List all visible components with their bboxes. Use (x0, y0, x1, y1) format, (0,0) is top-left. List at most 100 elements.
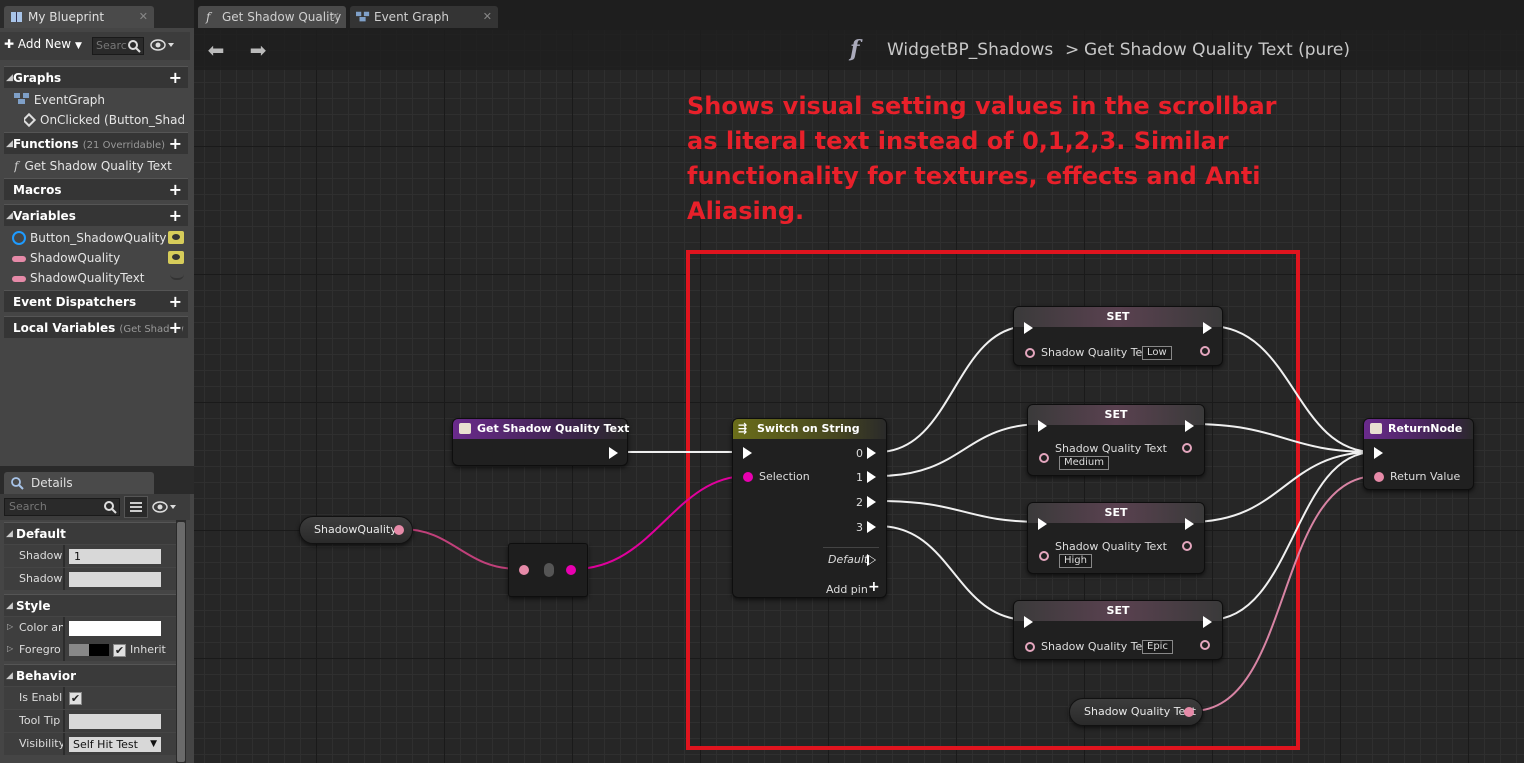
add-macro-button[interactable]: + (169, 179, 182, 201)
exec-output-pin[interactable] (609, 447, 618, 459)
text-output-pin[interactable] (1200, 640, 1210, 650)
set-node-medium[interactable]: SET Shadow Quality Text Medium (1027, 404, 1205, 476)
add-variable-button[interactable]: + (169, 205, 182, 227)
details-section-default[interactable]: ◢ Default (4, 522, 184, 544)
add-event-dispatcher-button[interactable]: + (169, 291, 182, 313)
switch-on-string-node[interactable]: ⇶ Switch on String Selection 0 1 2 3 Def… (732, 418, 887, 598)
set-node-epic[interactable]: SET Shadow Quality Text Epic (1013, 600, 1223, 660)
case-0-exec-pin[interactable] (867, 447, 876, 459)
expand-arrow-icon[interactable]: ▷ (7, 622, 13, 631)
text-value-field[interactable]: High (1059, 554, 1092, 568)
case-2-exec-pin[interactable] (867, 496, 876, 508)
function-entry-node[interactable]: Get Shadow Quality Text (452, 418, 629, 466)
property-matrix-button[interactable] (124, 496, 148, 518)
tab-my-blueprint[interactable]: My Blueprint ✕ (4, 6, 154, 28)
text-input-pin[interactable] (1039, 453, 1049, 463)
search-input[interactable]: Searc (92, 37, 144, 55)
add-function-button[interactable]: + (169, 133, 182, 155)
tab-get-shadow-quality[interactable]: f Get Shadow Quality ✕ (198, 6, 346, 28)
text-output-pin[interactable] (1182, 443, 1192, 453)
conversion-node[interactable] (508, 543, 588, 597)
text-input-pin[interactable] (1039, 551, 1049, 561)
graph-item-eventgraph[interactable]: EventGraph (14, 90, 184, 110)
visibility-eye-icon[interactable] (168, 231, 184, 244)
graph-item-onclicked[interactable]: OnClicked (Button_Shad (24, 110, 184, 130)
section-event-dispatchers-label: Event Dispatchers (13, 295, 137, 309)
default-exec-pin[interactable] (867, 554, 876, 566)
add-graph-button[interactable]: + (169, 67, 182, 89)
variable-item-shadowquality[interactable]: ShadowQuality (12, 248, 188, 268)
exec-output-pin[interactable] (1203, 322, 1212, 334)
close-icon[interactable]: ✕ (139, 6, 148, 28)
section-variables[interactable]: ◢ Variables + (4, 204, 188, 226)
return-node[interactable]: ReturnNode Return Value (1363, 418, 1474, 490)
tooltip-field[interactable] (69, 714, 161, 729)
exec-output-pin[interactable] (1185, 518, 1194, 530)
add-pin-plus-icon[interactable]: + (868, 579, 880, 595)
shadow-quality-field[interactable]: 1 (69, 549, 161, 564)
close-icon[interactable]: ✕ (331, 6, 340, 28)
expand-arrow-icon[interactable]: ▷ (7, 644, 13, 653)
details-scrollbar[interactable] (176, 520, 186, 763)
visibility-dropdown[interactable]: Self Hit Test ▼ (69, 737, 161, 752)
input-pin[interactable] (519, 565, 529, 575)
exec-input-pin[interactable] (1024, 322, 1033, 334)
exec-input-pin[interactable] (1024, 616, 1033, 628)
variable-item-label: ShadowQualityText (30, 271, 145, 285)
exec-input-pin[interactable] (1038, 518, 1047, 530)
case-3-exec-pin[interactable] (867, 521, 876, 533)
view-options-button[interactable] (150, 38, 176, 54)
search-icon (128, 40, 141, 53)
text-value-field[interactable]: Epic (1142, 640, 1173, 654)
exec-input-pin[interactable] (743, 447, 752, 459)
text-output-pin[interactable] (1182, 541, 1192, 551)
variable-item-button-shadowquality[interactable]: Button_ShadowQuality (12, 228, 188, 248)
inherit-checkbox[interactable]: ✔ (113, 644, 126, 657)
add-local-variable-button[interactable]: + (168, 317, 182, 338)
section-local-variables[interactable]: Local Variables (Get Shadow + (4, 316, 188, 338)
output-pin[interactable] (566, 565, 576, 575)
exec-output-pin[interactable] (1203, 616, 1212, 628)
text-input-pin[interactable] (1025, 348, 1035, 358)
text-output-pin[interactable] (1184, 707, 1194, 717)
closed-eye-icon[interactable] (170, 274, 184, 280)
exec-input-pin[interactable] (1374, 447, 1383, 459)
graph-canvas[interactable]: ⬅ ➡ f WidgetBP_Shadows > Get Shadow Qual… (194, 30, 1524, 763)
set-node-low[interactable]: SET Shadow Quality Text Low (1013, 306, 1223, 366)
details-section-behavior[interactable]: ◢ Behavior (4, 664, 184, 686)
details-view-options-button[interactable] (152, 500, 178, 516)
foreground-color-swatch[interactable] (69, 644, 109, 656)
get-shadowquality-node[interactable]: ShadowQuality (299, 516, 413, 544)
text-value-field[interactable]: Low (1142, 346, 1172, 360)
exec-output-pin[interactable] (1185, 420, 1194, 432)
function-item-get-shadow-quality-text[interactable]: f Get Shadow Quality Text (14, 156, 186, 176)
is-enabled-checkbox[interactable]: ✔ (69, 692, 82, 705)
close-icon[interactable]: ✕ (483, 6, 492, 28)
text-input-pin[interactable] (1025, 642, 1035, 652)
scrollbar-thumb[interactable] (177, 522, 185, 762)
shadow-quality-text-field[interactable] (69, 572, 161, 587)
color-swatch[interactable] (69, 621, 161, 636)
conversion-icon (544, 563, 554, 577)
return-value-pin[interactable] (1374, 472, 1384, 482)
text-output-pin[interactable] (1200, 346, 1210, 356)
variable-item-shadowqualitytext[interactable]: ShadowQualityText (12, 268, 188, 288)
tab-event-graph[interactable]: Event Graph ✕ (350, 6, 498, 28)
selection-input-pin[interactable] (743, 472, 753, 482)
details-section-style[interactable]: ◢ Style (4, 594, 184, 616)
add-pin-label[interactable]: Add pin (826, 583, 868, 596)
add-new-button[interactable]: ✚ Add New ▼ (4, 37, 82, 51)
set-node-high[interactable]: SET Shadow Quality Text High (1027, 502, 1205, 574)
section-macros[interactable]: Macros + (4, 178, 188, 200)
string-output-pin[interactable] (394, 525, 404, 535)
section-event-dispatchers[interactable]: Event Dispatchers + (4, 290, 188, 312)
text-value-field[interactable]: Medium (1059, 456, 1109, 470)
exec-input-pin[interactable] (1038, 420, 1047, 432)
tab-details[interactable]: Details (4, 472, 154, 494)
case-1-exec-pin[interactable] (867, 471, 876, 483)
get-shadowqualitytext-node[interactable]: Shadow Quality Text (1069, 698, 1203, 726)
section-functions[interactable]: ◢ Functions (21 Overridable) + (4, 132, 188, 154)
details-search-input[interactable]: Search (4, 498, 120, 516)
section-graphs[interactable]: ◢ Graphs + (4, 66, 188, 88)
visibility-eye-icon[interactable] (168, 251, 184, 264)
